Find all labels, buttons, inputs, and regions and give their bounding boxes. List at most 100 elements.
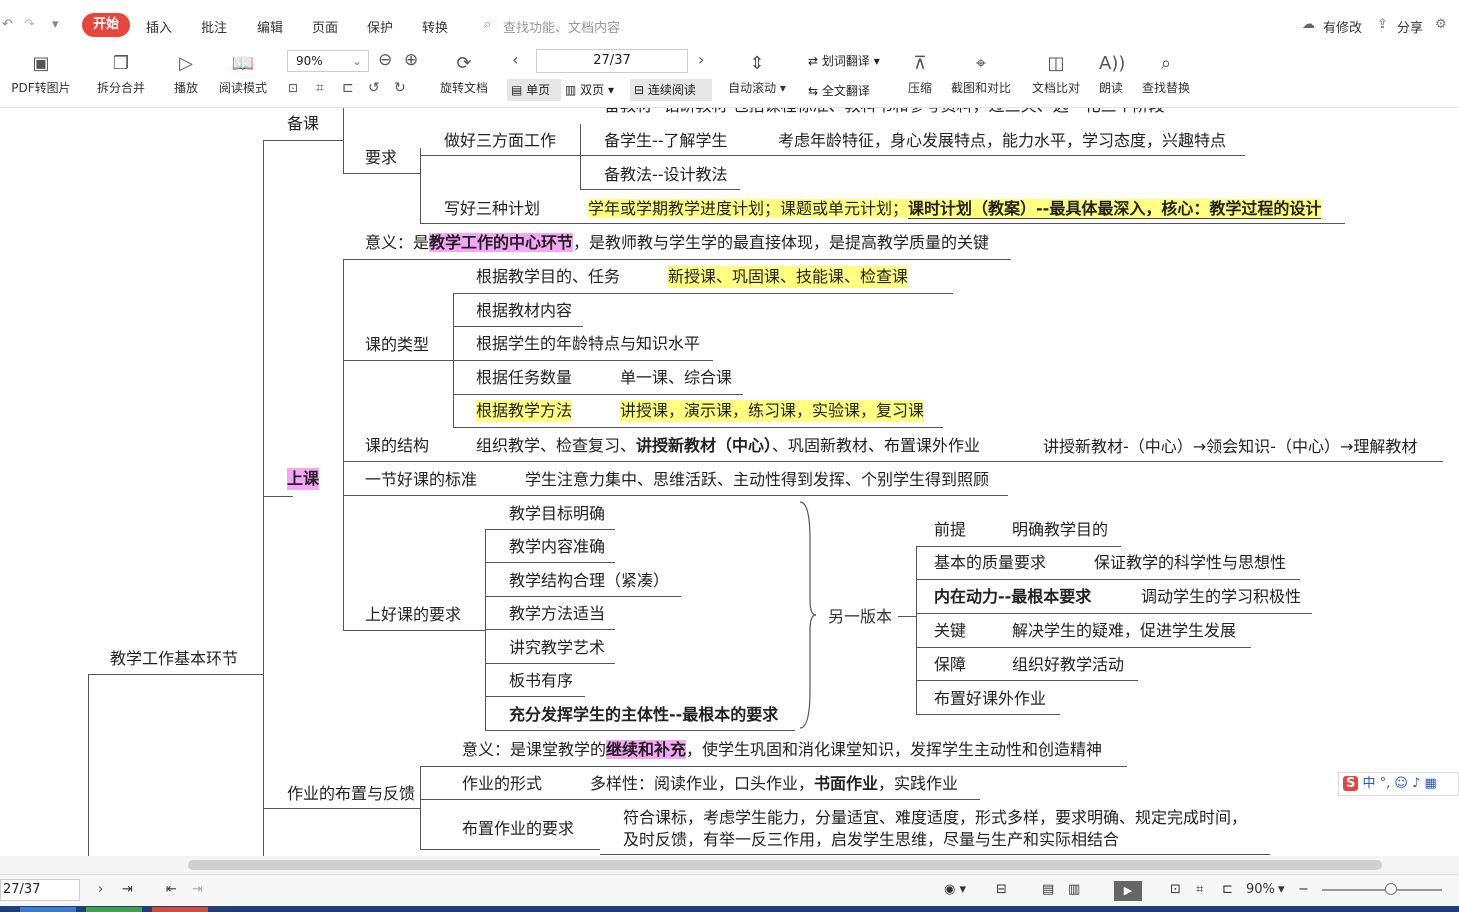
compress-button[interactable]: ⊼ 压缩	[902, 52, 938, 96]
scroll-icon: ⊟	[634, 83, 645, 97]
cloud-icon: ☁	[1302, 17, 1315, 32]
gear-icon[interactable]: ⚙	[1435, 17, 1447, 32]
tab-protect[interactable]: 保护	[367, 17, 393, 36]
rotate-doc-button[interactable]: ⟳ 旋转文档	[433, 52, 495, 96]
node-gr-1: 教学目标明确	[509, 504, 606, 523]
back-icon[interactable]: ⇤	[166, 882, 177, 897]
translate-icon: ⇄	[808, 54, 819, 68]
node-gr-2: 教学内容准确	[509, 537, 606, 556]
node-three-plans: 写好三种计划	[444, 199, 541, 218]
word-translate-button[interactable]: ⇄ 划词翻译 ▾	[808, 52, 880, 69]
zoom-select[interactable]: 90% ⌄	[287, 50, 369, 72]
rotate-left-icon[interactable]: ↺	[368, 80, 380, 96]
node-alt-version: 另一版本	[828, 607, 893, 626]
page-icon: ▤	[511, 83, 523, 97]
node-structure-side: 讲授新教材-（中心）→领会知识-（中心）→理解教材	[1043, 437, 1418, 456]
dropdown-icon[interactable]: ▾	[52, 17, 59, 32]
node-good-lesson-detail: 学生注意力集中、思维活跃、主动性得到发挥、个别学生得到照顾	[525, 470, 990, 489]
redo-icon[interactable]: ↷	[24, 17, 35, 32]
pdf-to-image-button[interactable]: ▣ PDF转图片	[6, 52, 76, 96]
zoom-minus-icon[interactable]: −	[1298, 882, 1309, 897]
find-replace-button[interactable]: ⌕ 查找替换	[1136, 52, 1196, 96]
toolbar: ▣ PDF转图片 ❐ 拆分合并 ▷ 播放 📖 阅读模式 90% ⌄ ⊖ ⊕ ⊡ ⌗ ⊏ ↺…	[0, 44, 1459, 108]
split-merge-button[interactable]: ❐ 拆分合并	[86, 52, 156, 96]
zoom-slider[interactable]	[1322, 889, 1442, 891]
zoom-in-icon[interactable]: ⊕	[404, 50, 418, 70]
node-type-1-detail: 新授课、巩固课、技能课、检查课	[668, 266, 909, 288]
next-page-icon[interactable]: ›	[698, 50, 704, 69]
rotate-icon: ⟳	[456, 53, 472, 74]
node-type-5: 根据教学方法	[476, 400, 573, 422]
search-icon: ⌕	[484, 17, 492, 32]
undo-icon[interactable]: ↶	[2, 17, 13, 32]
fit-page-icon[interactable]: ⌗	[1196, 882, 1203, 897]
document-canvas[interactable]: 备教材--钻研教材 包括课程标准、教科书和参考资料，过三关、选一化三个阶段 教学…	[0, 108, 1459, 856]
compare-button[interactable]: ◫ 文档比对	[1026, 52, 1086, 96]
read-mode-button[interactable]: 📖 阅读模式	[212, 52, 274, 96]
zoom-slider-handle[interactable]	[1385, 883, 1397, 895]
node-structure-detail: 组织教学、检查复习、讲授新教材（中心）、巩固新教材、布置课外作业	[476, 436, 981, 455]
tab-page[interactable]: 页面	[312, 17, 338, 36]
brace-icon	[799, 501, 817, 729]
continuous-view-icon[interactable]: ⊟	[996, 882, 1007, 897]
taskbar-item[interactable]	[20, 907, 76, 912]
split-icon: ❐	[112, 53, 130, 74]
node-hw-form: 作业的形式	[462, 774, 543, 793]
node-gr-5: 讲究教学艺术	[509, 638, 606, 657]
image-icon: ▣	[32, 53, 50, 74]
ime-toolbar[interactable]: S 中 °, ☺ ♪ ▦	[1338, 772, 1459, 796]
status-page-input[interactable]: 27/37	[0, 879, 80, 901]
node-alt-4-detail: 解决学生的疑难，促进学生发展	[1012, 621, 1237, 640]
taskbar	[0, 906, 1459, 912]
tab-start[interactable]: 开始	[82, 13, 130, 37]
modified-status[interactable]: 有修改	[1323, 17, 1362, 36]
zoom-out-icon[interactable]: ⊖	[378, 50, 392, 70]
fit-width-icon[interactable]: ⊏	[1222, 882, 1233, 897]
tab-edit[interactable]: 编辑	[257, 17, 283, 36]
single-view-icon[interactable]: ▤	[1042, 882, 1054, 897]
continuous-button[interactable]: ⊟ 连续阅读	[630, 79, 712, 101]
fit-page-icon[interactable]: ⌗	[316, 80, 324, 96]
forward-icon[interactable]: ⇥	[192, 882, 203, 897]
double-view-icon[interactable]: ▥	[1068, 882, 1080, 897]
node-alt-1-detail: 明确教学目的	[1012, 520, 1109, 539]
full-translate-button[interactable]: ⇆ 全文翻译	[808, 82, 870, 99]
screenshot-button[interactable]: ⌖ 截图和对比	[944, 52, 1018, 96]
taskbar-item[interactable]	[86, 907, 142, 912]
node-alt-3: 内在动力--最根本要求	[934, 587, 1092, 606]
double-page-button[interactable]: ▥ 双页 ▾	[565, 79, 625, 101]
page-input[interactable]: 27/37	[536, 49, 688, 73]
single-page-button[interactable]: ▤ 单页	[507, 79, 561, 101]
last-page-icon[interactable]: ⇥	[122, 882, 133, 897]
node-top-cut: 备教材--钻研教材 包括课程标准、教科书和参考资料，过三关、选一化三个阶段	[604, 108, 1165, 117]
tab-annotate[interactable]: 批注	[201, 17, 227, 36]
actual-size-icon[interactable]: ⊡	[288, 81, 298, 95]
share-button[interactable]: 分享	[1397, 17, 1423, 36]
fit-width-icon[interactable]: ⊏	[342, 80, 354, 96]
node-alt-5: 保障	[934, 655, 967, 674]
node-structure: 课的结构	[365, 436, 430, 455]
search-input[interactable]: 查找功能、文档内容	[503, 17, 620, 36]
horizontal-scrollbar[interactable]	[0, 856, 1459, 874]
node-prepare-methods: 备教法--设计教法	[604, 165, 728, 184]
auto-scroll-button[interactable]: ⇕ 自动滚动 ▾	[724, 52, 790, 96]
scroll-thumb[interactable]	[188, 860, 1382, 870]
tab-insert[interactable]: 插入	[146, 17, 172, 36]
node-alt-2-detail: 保证教学的科学性与思想性	[1094, 553, 1287, 572]
actual-size-icon[interactable]: ⊡	[1170, 882, 1181, 897]
compare-icon: ◫	[1047, 53, 1065, 74]
tab-convert[interactable]: 转换	[422, 17, 448, 36]
ime-mode[interactable]: 中	[1363, 776, 1376, 791]
play-button[interactable]: ▷ 播放	[166, 52, 206, 96]
play-icon[interactable]: ▶	[1114, 881, 1142, 901]
next-page-icon[interactable]: ›	[98, 882, 103, 897]
rotate-right-icon[interactable]: ↻	[394, 80, 406, 96]
book-icon: 📖	[231, 53, 255, 74]
node-alt-4: 关键	[934, 621, 967, 640]
read-aloud-button[interactable]: A)) 朗读	[1094, 52, 1128, 96]
prev-page-icon[interactable]: ‹	[512, 50, 518, 69]
zoom-dropdown-icon[interactable]: ▾	[1278, 882, 1285, 897]
eye-icon[interactable]: ◉ ▾	[944, 882, 966, 897]
taskbar-item[interactable]	[152, 907, 208, 912]
zoom-level[interactable]: 90%	[1246, 882, 1275, 897]
